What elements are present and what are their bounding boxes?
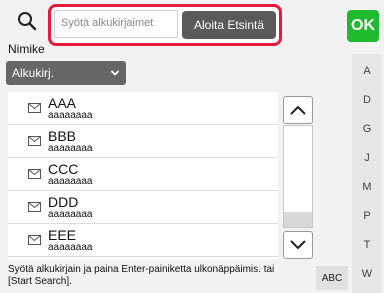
index-letter-j[interactable]: J <box>352 152 382 164</box>
filter-dropdown[interactable]: Alkukirj. <box>6 61 126 85</box>
start-search-button[interactable]: Aloita Etsintä <box>182 11 276 39</box>
index-letter-a[interactable]: A <box>352 65 382 77</box>
index-letter-d[interactable]: D <box>352 94 382 106</box>
list-item-sub: aaaaaaaa <box>48 242 93 253</box>
index-letter-p[interactable]: P <box>352 210 382 222</box>
scrollbar-thumb[interactable] <box>284 212 312 227</box>
filter-dropdown-value: Alkukirj. <box>12 66 55 80</box>
list-item-name: BBB <box>48 128 77 144</box>
list-item-name: AAA <box>48 95 77 111</box>
index-letter-w[interactable]: W <box>352 268 382 280</box>
envelope-icon <box>28 103 41 113</box>
chevron-down-icon <box>290 240 306 250</box>
index-letter-g[interactable]: G <box>352 123 382 135</box>
envelope-icon <box>28 202 41 212</box>
list-item[interactable]: EEE aaaaaaaa <box>8 224 278 257</box>
chevron-up-icon <box>290 105 306 115</box>
list-item-sub: aaaaaaaa <box>48 209 93 220</box>
index-letter-m[interactable]: M <box>352 181 382 193</box>
list-item-sub: aaaaaaaa <box>48 143 93 154</box>
list-item-sub: aaaaaaaa <box>48 110 93 121</box>
abc-button[interactable]: ABC <box>316 266 348 290</box>
address-list: AAA aaaaaaaa BBB aaaaaaaa CCC aaaaaaaa D… <box>8 92 278 260</box>
alphabet-index: A D G J M P T W <box>352 54 382 293</box>
ok-button[interactable]: OK <box>347 10 379 42</box>
list-item[interactable]: CCC aaaaaaaa <box>8 158 278 191</box>
list-item[interactable]: DDD aaaaaaaa <box>8 191 278 224</box>
envelope-icon <box>28 136 41 146</box>
search-icon[interactable] <box>16 10 38 32</box>
list-item-sub: aaaaaaaa <box>48 176 93 187</box>
envelope-icon <box>28 169 41 179</box>
index-letter-t[interactable]: T <box>352 239 382 251</box>
list-item[interactable]: AAA aaaaaaaa <box>8 92 278 125</box>
name-label: Nimike <box>8 42 45 56</box>
list-item-name: CCC <box>48 161 79 177</box>
chevron-down-icon <box>110 70 120 76</box>
scroll-down-button[interactable] <box>283 231 313 259</box>
scroll-up-button[interactable] <box>283 96 313 124</box>
envelope-icon <box>28 235 41 245</box>
list-item-name: EEE <box>48 227 77 243</box>
list-item[interactable]: BBB aaaaaaaa <box>8 125 278 158</box>
search-input[interactable]: Syötä alkukirjaimet <box>54 10 178 38</box>
list-item-name: DDD <box>48 194 79 210</box>
footer-hint: Syötä alkukirjain ja paina Enter-painike… <box>8 264 275 287</box>
